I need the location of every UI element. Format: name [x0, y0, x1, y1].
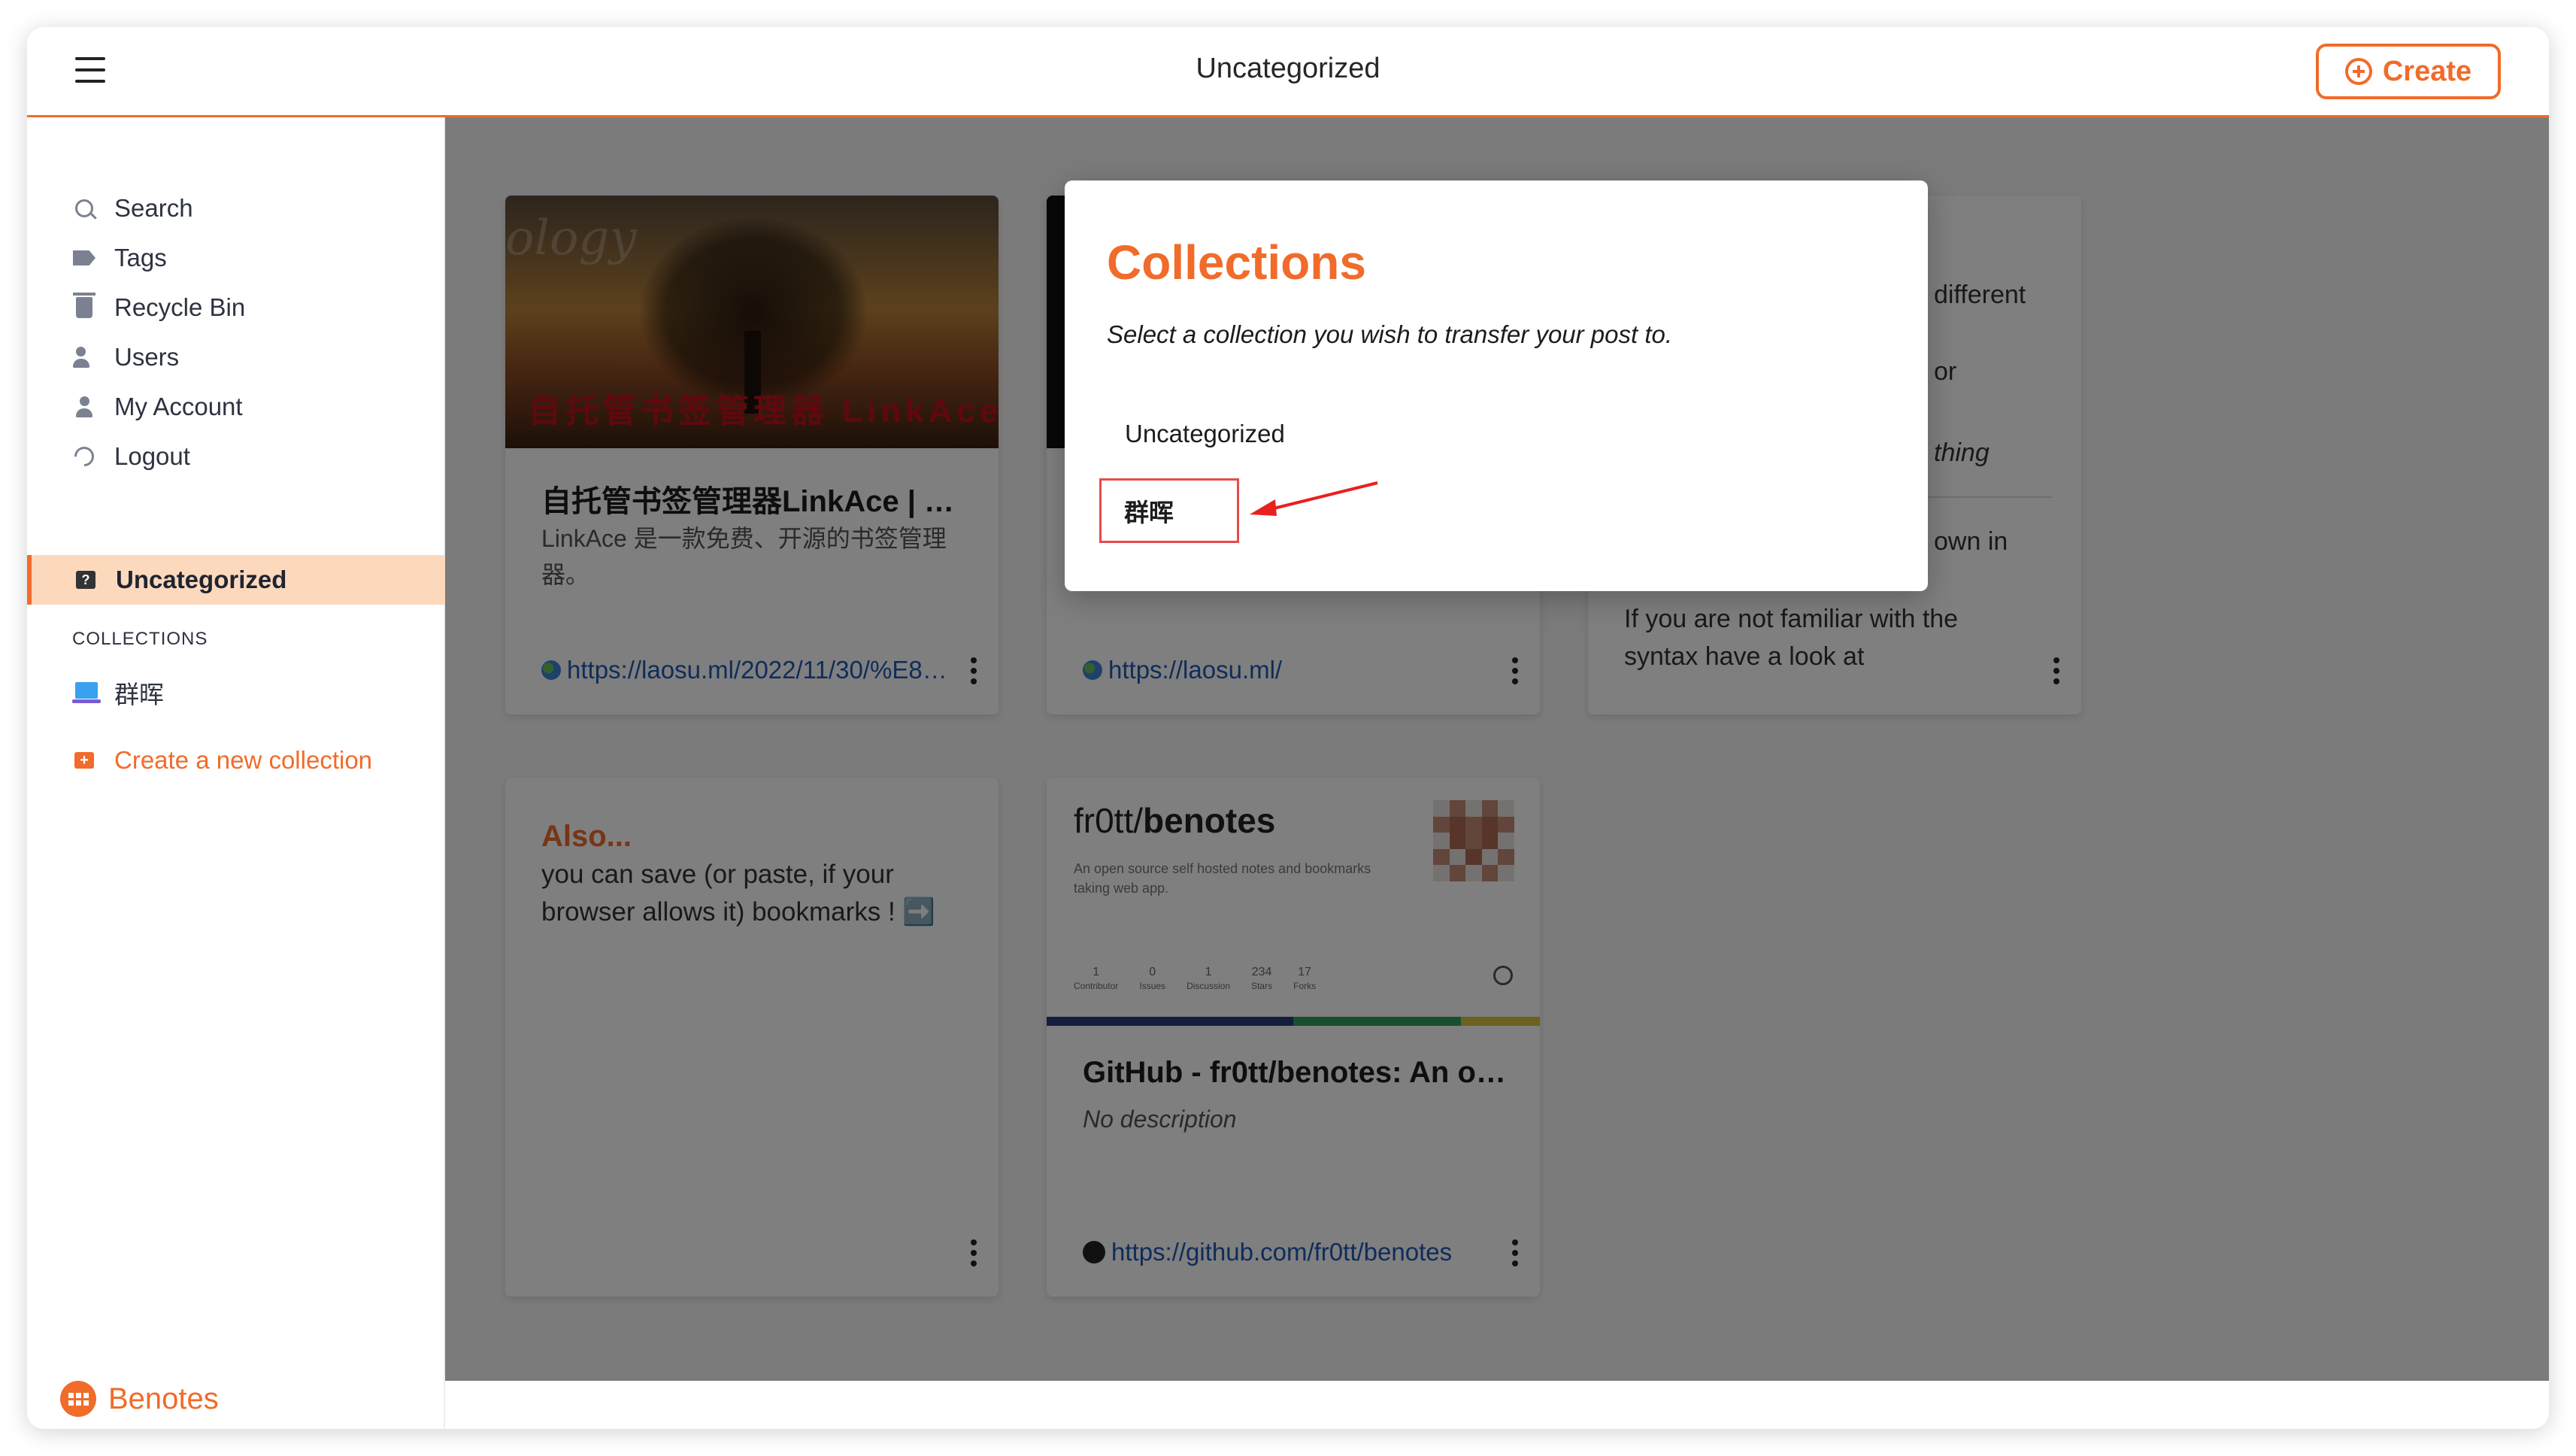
tag-icon — [72, 246, 96, 270]
logout-icon — [70, 442, 98, 471]
modal-title: Collections — [1107, 235, 1366, 290]
laptop-icon — [72, 681, 101, 705]
create-collection-label: Create a new collection — [114, 746, 373, 774]
collection-option-qunhui[interactable]: 群晖 — [1099, 478, 1239, 543]
folder-plus-icon: + — [72, 748, 96, 772]
create-button-label: Create — [2382, 55, 2472, 87]
app-window: Uncategorized Create Search Tags Recycle… — [27, 27, 2549, 1429]
search-icon — [72, 196, 96, 220]
sidebar-item-uncategorized[interactable]: ? Uncategorized — [27, 555, 445, 605]
sidebar-item-label: Uncategorized — [116, 566, 287, 593]
sidebar-item-users[interactable]: Users — [72, 338, 179, 376]
trash-icon — [72, 293, 96, 320]
create-button[interactable]: Create — [2316, 44, 2501, 99]
benotes-logo-icon — [60, 1381, 96, 1417]
sidebar-item-label: Tags — [114, 244, 167, 271]
sidebar-collection-item[interactable]: 群晖 — [72, 674, 164, 711]
collection-option-uncategorized[interactable]: Uncategorized — [1125, 420, 1285, 448]
create-collection-link[interactable]: + Create a new collection — [72, 742, 372, 779]
top-bar: Uncategorized Create — [27, 27, 2549, 117]
sidebar: Search Tags Recycle Bin Users My Account… — [27, 117, 445, 1429]
sidebar-item-label: Search — [114, 194, 193, 222]
sidebar-item-search[interactable]: Search — [72, 190, 193, 227]
plus-circle-icon — [2344, 58, 2372, 85]
sidebar-item-label: Logout — [114, 442, 190, 470]
page-title: Uncategorized — [1196, 53, 1380, 84]
annotation-arrow-icon — [1250, 481, 1378, 516]
brand[interactable]: Benotes — [60, 1381, 219, 1417]
sidebar-item-label: My Account — [114, 393, 243, 420]
sidebar-item-logout[interactable]: Logout — [70, 438, 190, 475]
sidebar-item-label: 群晖 — [114, 681, 164, 708]
sidebar-item-uncategorized-inner: ? Uncategorized — [74, 561, 286, 599]
sidebar-item-recycle-bin[interactable]: Recycle Bin — [72, 289, 245, 326]
sidebar-item-label: Users — [114, 343, 180, 371]
modal-subtitle: Select a collection you wish to transfer… — [1107, 320, 1673, 348]
sidebar-item-my-account[interactable]: My Account — [72, 388, 243, 426]
collections-heading: COLLECTIONS — [72, 629, 208, 649]
sidebar-item-label: Recycle Bin — [114, 293, 246, 321]
collections-modal: Collections Select a collection you wish… — [1065, 180, 1928, 591]
brand-name: Benotes — [108, 1382, 219, 1415]
user-icon — [72, 395, 96, 419]
folder-question-icon: ? — [74, 568, 98, 592]
sidebar-item-tags[interactable]: Tags — [72, 239, 167, 277]
users-icon — [72, 345, 96, 369]
footer-strip — [445, 1381, 2549, 1429]
